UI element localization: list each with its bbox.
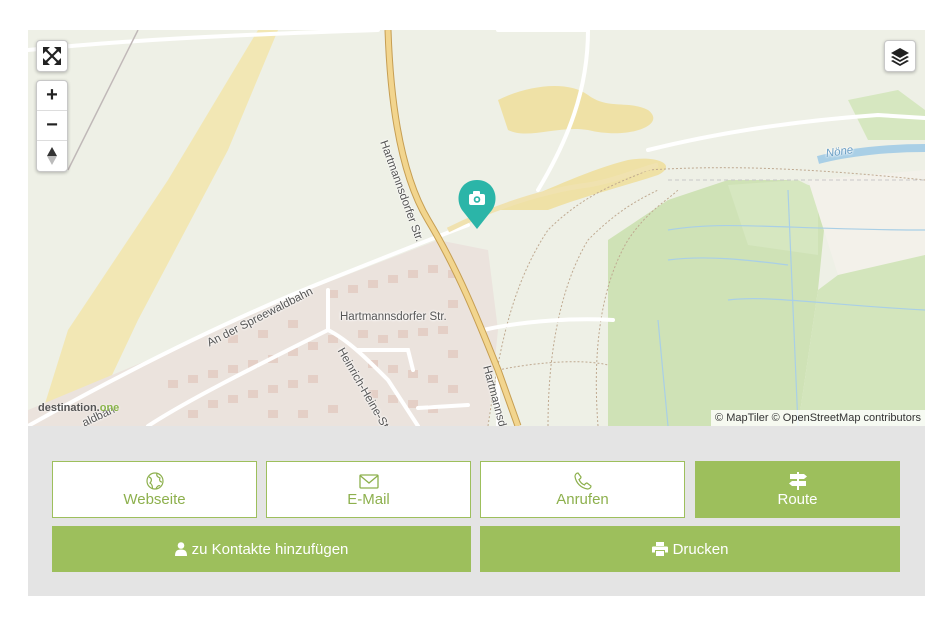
action-panel: Webseite E-Mail Anrufen Route zu Kontakt…	[28, 426, 925, 596]
print-label: Drucken	[672, 540, 729, 558]
fullscreen-icon	[43, 47, 61, 65]
add-contact-label: zu Kontakte hinzufügen	[191, 540, 349, 558]
zoom-in-button[interactable]: +	[37, 81, 67, 111]
signpost-icon	[788, 472, 807, 490]
watermark-text: destination.	[38, 402, 100, 414]
fullscreen-button[interactable]	[36, 40, 68, 72]
call-button[interactable]: Anrufen	[480, 461, 685, 518]
street-label-hartmannsdorfer-mid: Hartmannsdorfer Str.	[340, 311, 447, 323]
envelope-icon	[358, 473, 379, 489]
map-attribution[interactable]: © MapTiler © OpenStreetMap contributors	[711, 410, 925, 426]
route-label: Route	[777, 491, 818, 508]
location-marker[interactable]	[456, 178, 498, 230]
print-button[interactable]: Drucken	[480, 526, 900, 572]
route-button[interactable]: Route	[695, 461, 900, 518]
compass-button[interactable]	[37, 141, 67, 170]
map-view[interactable]: Hartmannsdorfer Str. An der Spreewaldbah…	[28, 30, 925, 426]
website-label: Webseite	[123, 491, 186, 508]
camera-icon	[458, 180, 496, 229]
map-watermark: destination.one	[38, 402, 119, 414]
watermark-accent: one	[99, 402, 120, 414]
globe-icon	[145, 472, 164, 490]
user-icon	[174, 542, 187, 556]
zoom-out-button[interactable]: −	[37, 111, 67, 141]
layers-button[interactable]	[884, 40, 916, 72]
zoom-controls: + −	[36, 80, 68, 172]
add-contact-button[interactable]: zu Kontakte hinzufügen	[52, 526, 471, 572]
printer-icon	[651, 542, 668, 556]
compass-icon	[47, 146, 57, 165]
website-button[interactable]: Webseite	[52, 461, 257, 518]
phone-icon	[573, 472, 592, 490]
email-label: E-Mail	[347, 491, 390, 508]
call-label: Anrufen	[556, 491, 609, 508]
layers-icon	[891, 48, 909, 66]
email-button[interactable]: E-Mail	[266, 461, 471, 518]
